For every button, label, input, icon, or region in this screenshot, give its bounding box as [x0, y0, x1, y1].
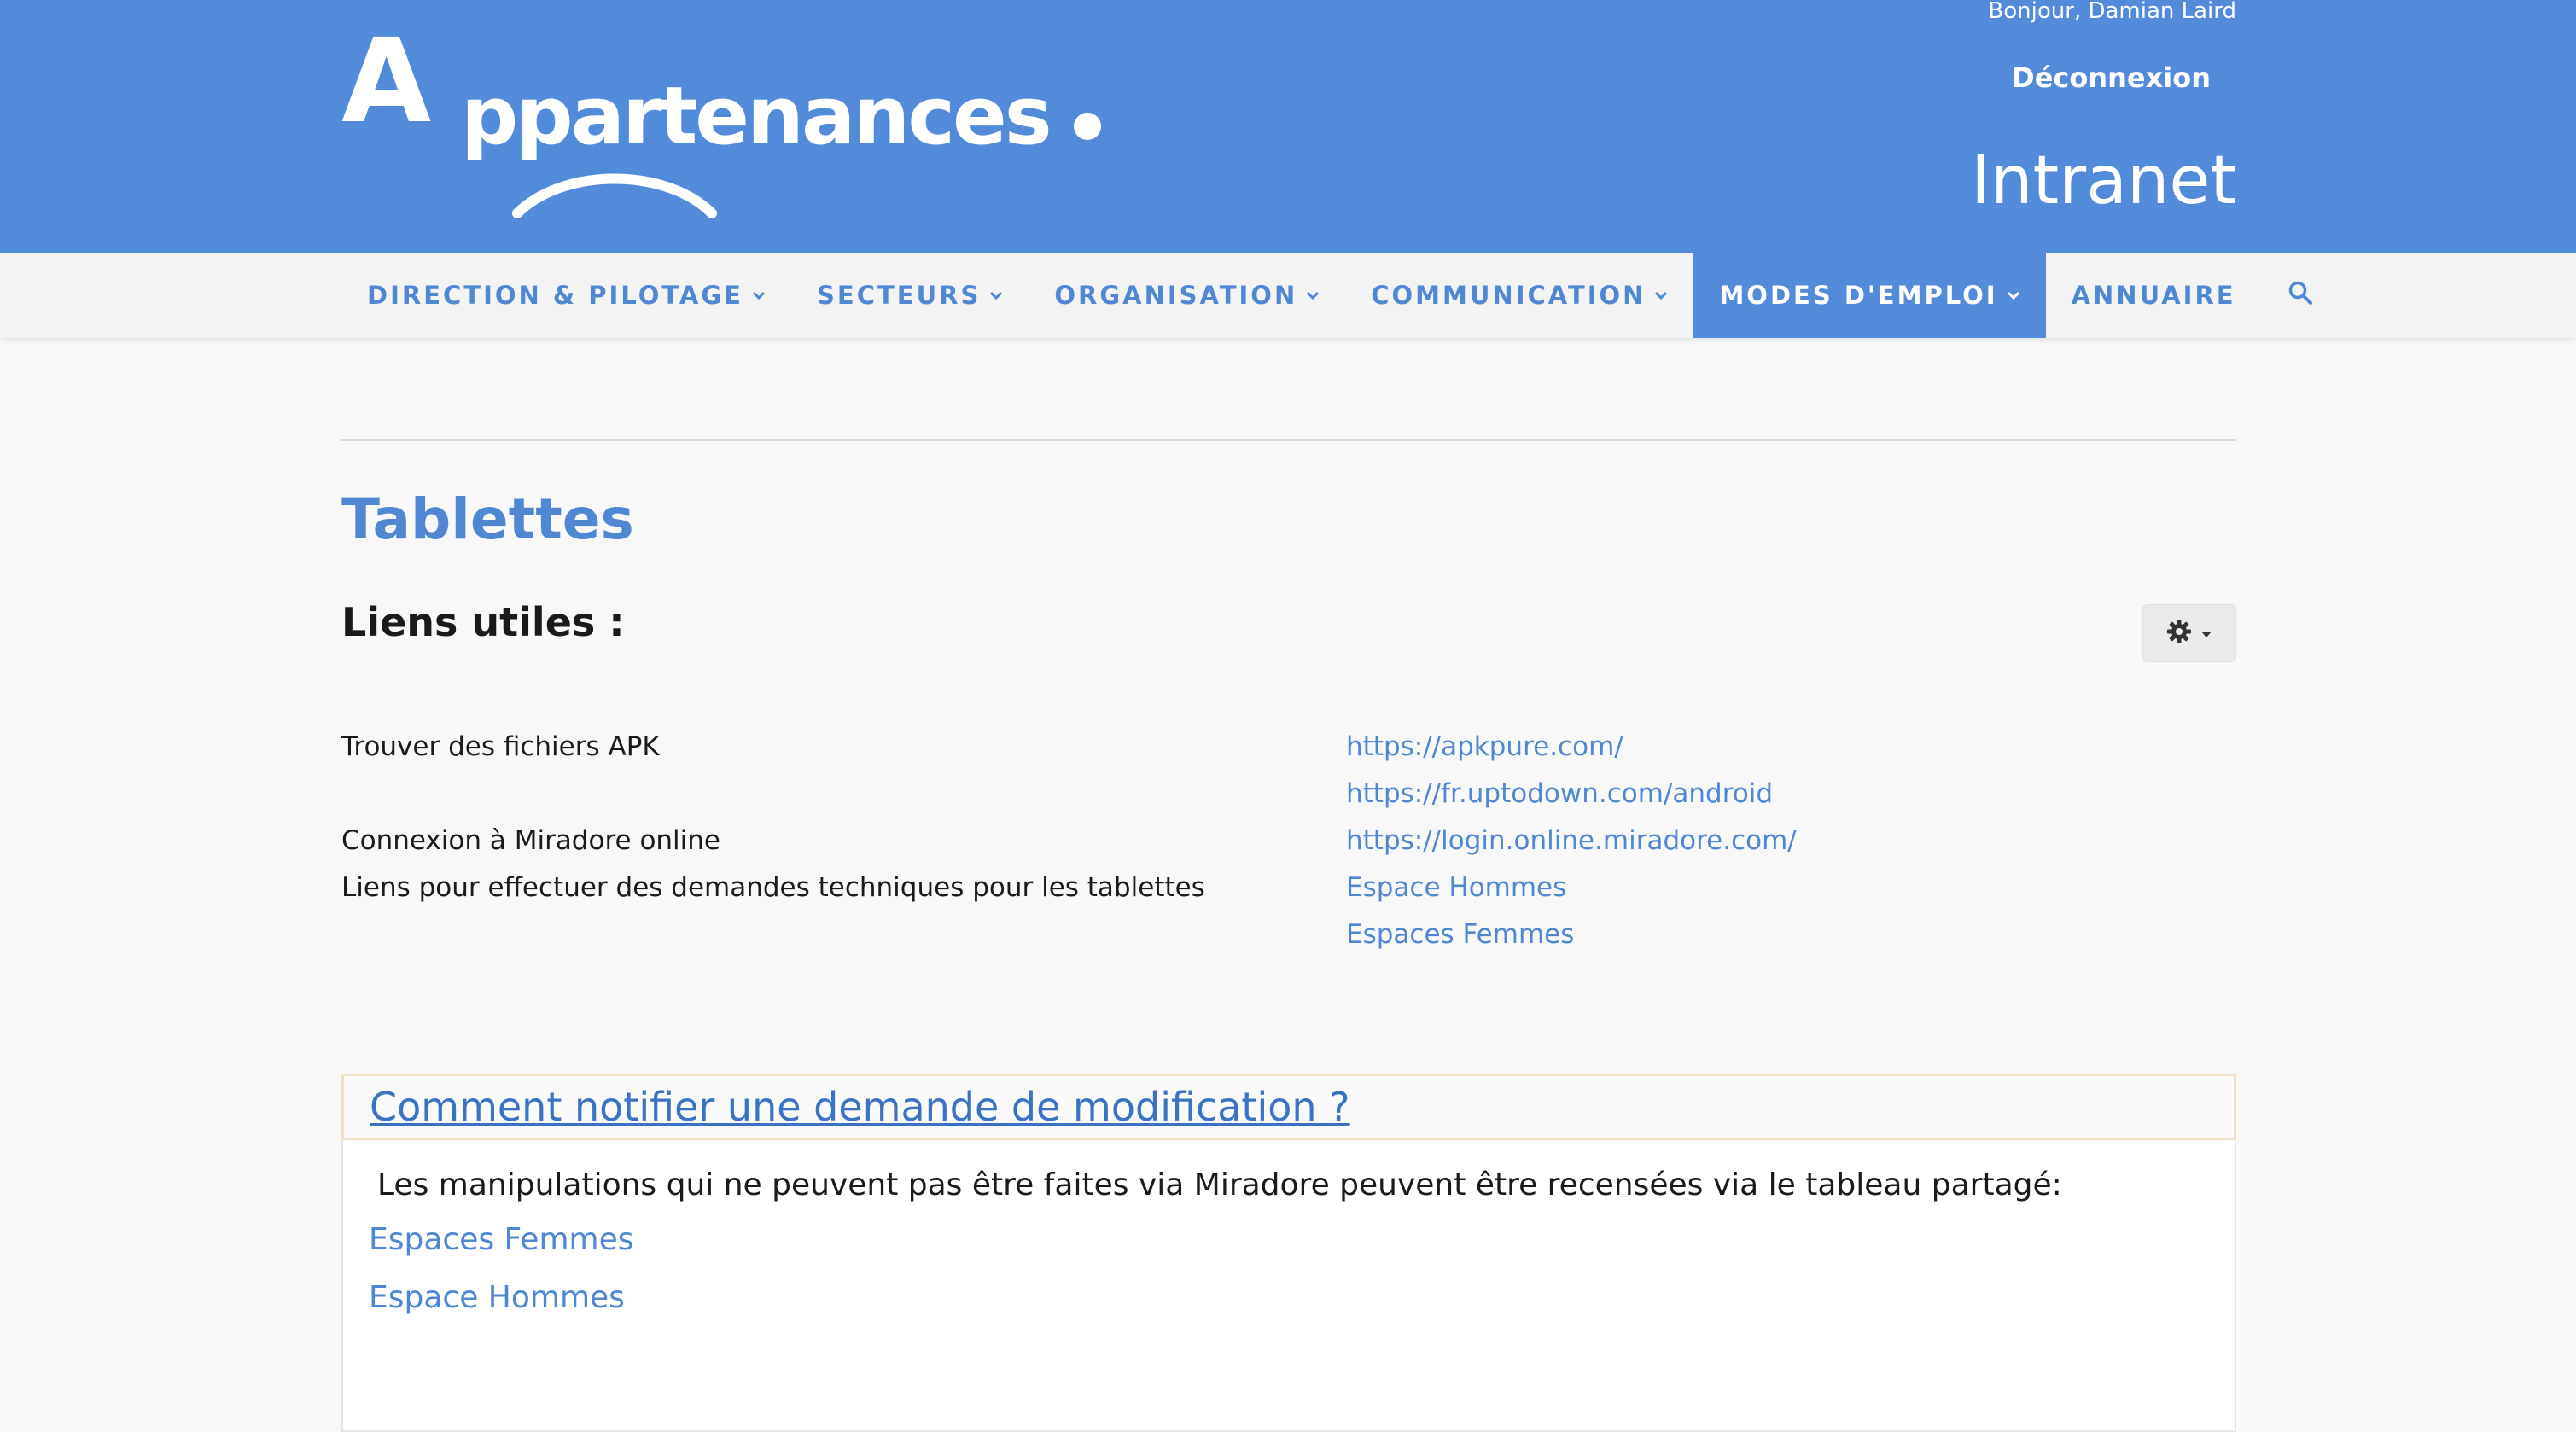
nav-item-modes-emploi[interactable]: MODES D'EMPLOI	[1693, 253, 2046, 338]
nav-item-secteurs[interactable]: SECTEURS	[791, 253, 1029, 338]
link-description: Liens pour effectuer des demandes techni…	[341, 872, 1205, 903]
nav-item-direction-pilotage[interactable]: DIRECTION & PILOTAGE	[341, 253, 791, 338]
nav-item-communication[interactable]: COMMUNICATION	[1345, 253, 1693, 338]
site-header: A ppartenances Bonjour, Damian Laird Déc…	[0, 0, 2576, 253]
nav-item-label: MODES D'EMPLOI	[1719, 281, 1998, 310]
nav-list: DIRECTION & PILOTAGE SECTEURS ORGANISATI…	[341, 253, 2339, 338]
link-apkpure[interactable]: https://apkpure.com/	[1346, 724, 1944, 771]
site-logo[interactable]: A ppartenances	[341, 15, 1110, 218]
nav-item-label: COMMUNICATION	[1371, 281, 1646, 310]
site-name: Intranet	[1971, 143, 2236, 219]
user-greeting: Bonjour, Damian Laird	[1988, 0, 2236, 24]
caret-down-icon	[2200, 626, 2212, 642]
chevron-down-icon	[1654, 290, 1668, 300]
links-descriptions: Trouver des fichiers APK Connexion à Mir…	[341, 724, 1280, 911]
nav-item-label: SECTEURS	[817, 281, 982, 310]
logo-dot	[1074, 113, 1101, 140]
gear-icon	[2166, 619, 2192, 648]
nav-item-organisation[interactable]: ORGANISATION	[1029, 253, 1345, 338]
chevron-down-icon	[1306, 290, 1320, 300]
panel-header: Comment notifier une demande de modifica…	[341, 1074, 2236, 1140]
chevron-down-icon	[2007, 290, 2020, 300]
link-description-spacer	[341, 771, 1280, 818]
main-navigation: DIRECTION & PILOTAGE SECTEURS ORGANISATI…	[0, 253, 2576, 338]
page-title: Tablettes	[341, 486, 634, 552]
logo-smile-icon	[512, 173, 717, 218]
link-miradore[interactable]: https://login.online.miradore.com/	[1346, 818, 1944, 864]
nav-item-label: ORGANISATION	[1054, 281, 1298, 310]
logout-link[interactable]: Déconnexion	[2012, 61, 2211, 94]
panel-title-link[interactable]: Comment notifier une demande de modifica…	[370, 1080, 1350, 1134]
panel-text: Les manipulations qui ne peuvent pas êtr…	[377, 1167, 2062, 1202]
link-espaces-femmes[interactable]: Espaces Femmes	[1346, 911, 1944, 958]
search-button[interactable]	[2262, 253, 2339, 338]
logo-wordmark: ppartenances	[461, 70, 1052, 163]
link-description: Trouver des fichiers APK	[341, 731, 660, 762]
link-uptodown[interactable]: https://fr.uptodown.com/android	[1346, 771, 1944, 818]
modification-request-panel: Comment notifier une demande de modifica…	[341, 1074, 2236, 1432]
section-title: Liens utiles :	[341, 599, 625, 645]
content-divider	[341, 439, 2236, 441]
chevron-down-icon	[989, 290, 1003, 300]
nav-item-label: ANNUAIRE	[2071, 281, 2236, 310]
chevron-down-icon	[752, 290, 766, 300]
link-espace-hommes[interactable]: Espace Hommes	[1346, 864, 1944, 911]
link-description: Connexion à Miradore online	[341, 825, 721, 856]
nav-item-label: DIRECTION & PILOTAGE	[367, 281, 743, 310]
panel-link-espaces-femmes[interactable]: Espaces Femmes	[369, 1222, 633, 1257]
links-urls: https://apkpure.com/ https://fr.uptodown…	[1346, 724, 1944, 958]
search-icon	[2288, 280, 2313, 311]
panel-link-espace-hommes[interactable]: Espace Hommes	[369, 1280, 625, 1315]
nav-item-annuaire[interactable]: ANNUAIRE	[2046, 253, 2262, 338]
logo-initial: A	[341, 15, 432, 149]
page-settings-button[interactable]	[2142, 604, 2236, 662]
